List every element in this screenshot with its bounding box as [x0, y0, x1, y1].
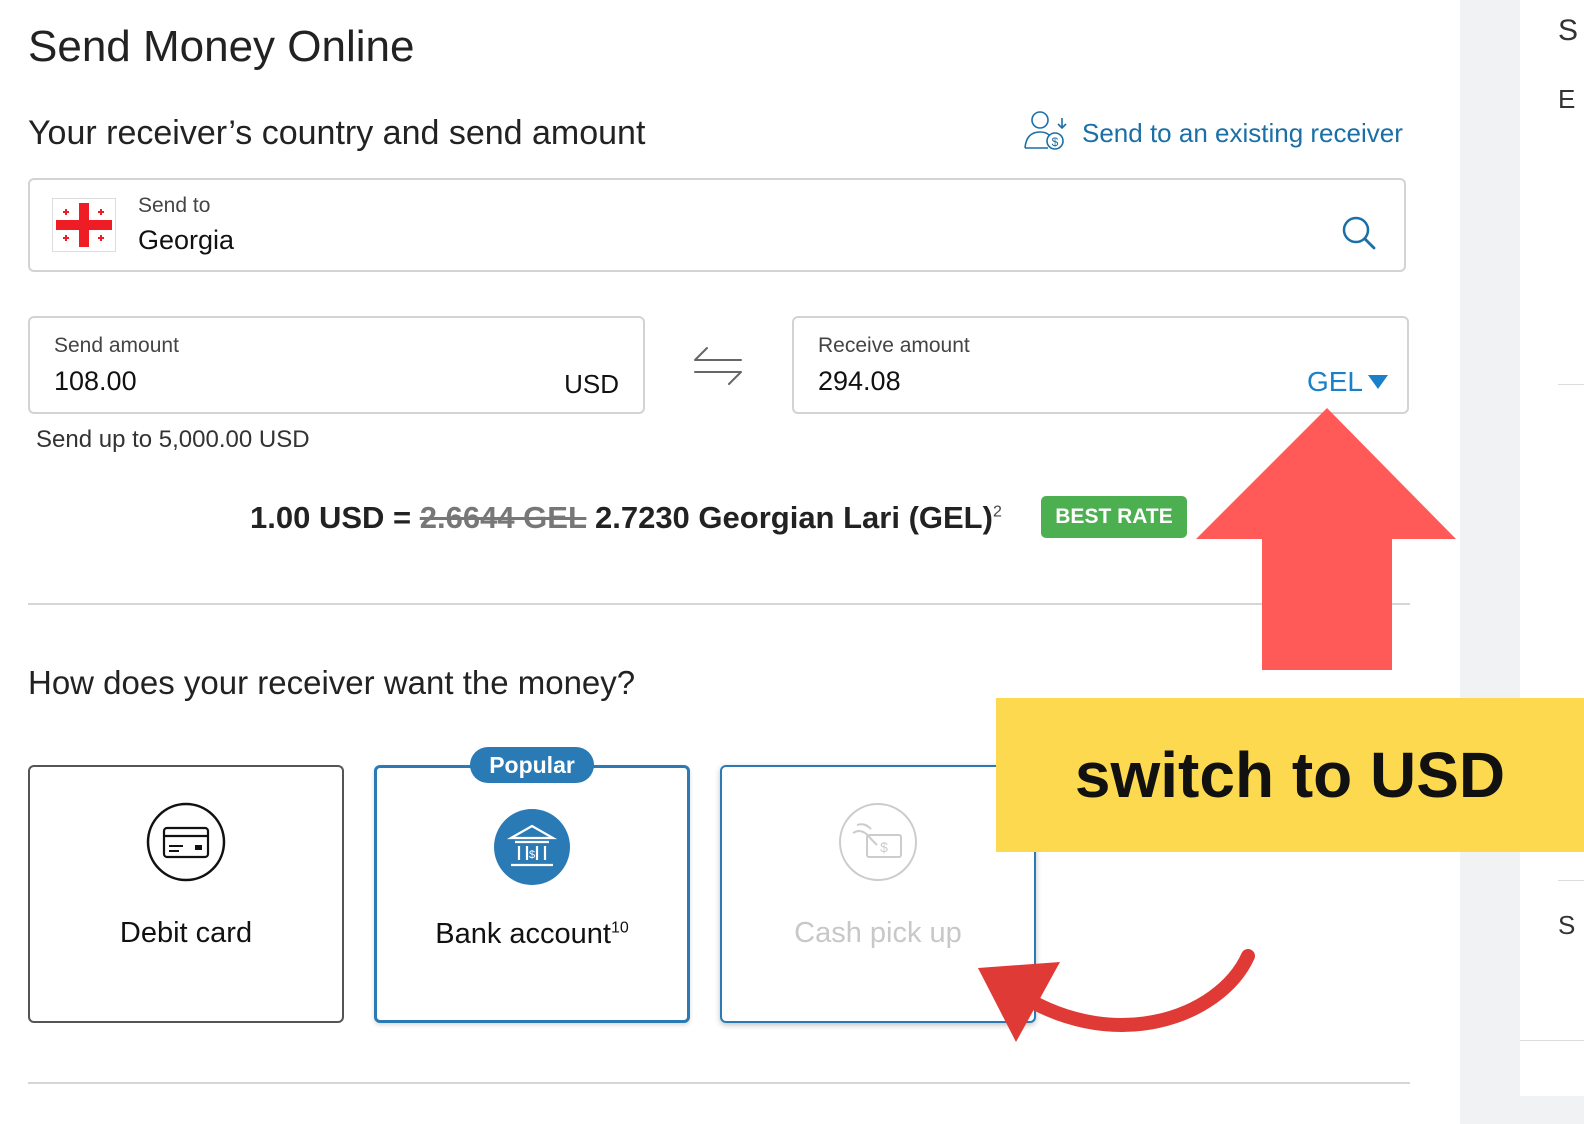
- summary-divider: [1520, 1040, 1584, 1041]
- summary-card: S E S: [1520, 0, 1584, 1096]
- summary-text: E: [1558, 84, 1576, 114]
- rate-old: 2.6644 GEL: [419, 500, 587, 535]
- option-label: Cash pick up: [794, 917, 962, 949]
- rate-footnote: 2: [992, 503, 1002, 521]
- send-to-existing-receiver-link[interactable]: $ Send to an existing receiver: [1022, 108, 1403, 159]
- page-title: Send Money Online: [28, 22, 415, 71]
- swap-arrows-icon[interactable]: [693, 344, 745, 393]
- option-label: Debit card: [119, 917, 253, 949]
- svg-text:$: $: [880, 839, 888, 855]
- section-title: Your receiver’s country and send amount: [28, 114, 646, 152]
- svg-text:$: $: [1052, 135, 1059, 149]
- send-to-label: Send to: [138, 194, 211, 217]
- triangle-down-icon: [1368, 375, 1388, 389]
- rate-new: 2.7230 Georgian Lari (GEL): [594, 500, 993, 535]
- delivery-question: How does your receiver want the money?: [28, 664, 636, 701]
- send-amount-label: Send amount: [54, 334, 179, 357]
- svg-text:$: $: [529, 849, 535, 861]
- send-amount-field[interactable]: Send amount 108.00 USD: [28, 316, 645, 414]
- send-to-existing-receiver-label: Send to an existing receiver: [1082, 118, 1403, 148]
- option-label: Bank account10: [435, 918, 629, 950]
- receive-amount-input[interactable]: 294.08: [818, 366, 901, 397]
- bank-icon: $: [493, 808, 571, 891]
- annotation-callout: switch to USD: [996, 698, 1584, 852]
- summary-divider: [1558, 384, 1584, 385]
- search-icon[interactable]: [1340, 214, 1378, 257]
- send-limit-text: Send up to 5,000.00 USD: [36, 426, 310, 453]
- receive-currency-label: GEL: [1306, 366, 1363, 397]
- receiver-money-icon: $: [1022, 108, 1070, 159]
- annotation-curved-arrow-icon: [960, 948, 1260, 1063]
- rate-prefix: 1.00 USD =: [250, 500, 412, 535]
- receive-amount-label: Receive amount: [818, 334, 970, 357]
- country-selector[interactable]: [28, 178, 1406, 272]
- divider: [28, 1082, 1410, 1084]
- georgia-flag-icon: [52, 198, 116, 252]
- country-value: Georgia: [138, 225, 235, 255]
- summary-divider: [1558, 880, 1584, 881]
- option-debit-card[interactable]: Debit card: [28, 765, 344, 1023]
- best-rate-badge: BEST RATE: [1041, 496, 1187, 538]
- receive-amount-field[interactable]: Receive amount 294.08 GEL: [792, 316, 1409, 414]
- cash-hand-icon: $: [837, 801, 919, 888]
- popular-badge: Popular: [470, 747, 594, 783]
- debit-card-icon: [145, 801, 227, 888]
- option-bank-account[interactable]: $ Bank account10: [374, 765, 690, 1023]
- summary-text: S: [1558, 910, 1576, 940]
- annotation-up-arrow-icon: [1196, 408, 1458, 675]
- receive-currency-dropdown[interactable]: GEL: [1307, 366, 1389, 398]
- send-amount-input[interactable]: 108.00: [54, 366, 137, 397]
- exchange-rate: 1.00 USD = 2.6644 GEL 2.7230 Georgian La…: [250, 500, 1002, 536]
- send-currency: USD: [564, 369, 619, 399]
- summary-text: S: [1558, 14, 1579, 47]
